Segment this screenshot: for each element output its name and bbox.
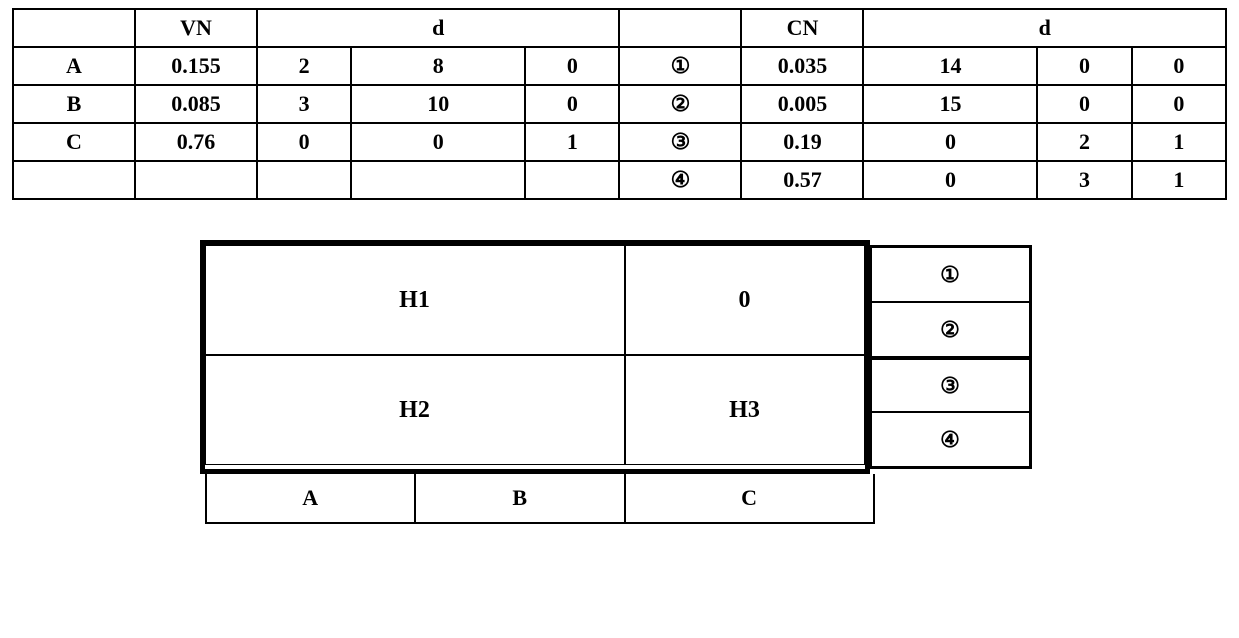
side-labels: ① ② ③ ④ bbox=[870, 245, 1032, 469]
side-label-2: ② bbox=[870, 302, 1030, 357]
d-cell: 0 bbox=[1132, 47, 1226, 85]
d-cell: 2 bbox=[1037, 123, 1131, 161]
d-cell bbox=[257, 161, 351, 199]
row-label: ② bbox=[619, 85, 741, 123]
d-cell: 8 bbox=[351, 47, 525, 85]
d-cell: 0 bbox=[1037, 85, 1131, 123]
bottom-label-b: B bbox=[416, 474, 626, 524]
bottom-label-c: C bbox=[626, 474, 875, 524]
vn-cell: 0.76 bbox=[135, 123, 257, 161]
d-cell: 0 bbox=[863, 161, 1037, 199]
header-d-left: d bbox=[257, 9, 619, 47]
d-cell: 0 bbox=[525, 85, 619, 123]
d-cell: 0 bbox=[1037, 47, 1131, 85]
row-label: ① bbox=[619, 47, 741, 85]
d-cell: 15 bbox=[863, 85, 1037, 123]
row-label bbox=[13, 161, 135, 199]
d-cell: 1 bbox=[1132, 123, 1226, 161]
h2-cell: H2 bbox=[205, 355, 625, 465]
table-row: C 0.76 0 0 1 ③ 0.19 0 2 1 bbox=[13, 123, 1226, 161]
h-matrix: H1 0 H2 H3 bbox=[200, 240, 870, 474]
d-cell: 3 bbox=[1037, 161, 1131, 199]
zero-cell: 0 bbox=[625, 245, 865, 355]
header-blank-mid bbox=[619, 9, 741, 47]
header-vn: VN bbox=[135, 9, 257, 47]
cn-cell: 0.005 bbox=[741, 85, 863, 123]
d-cell: 2 bbox=[257, 47, 351, 85]
d-cell: 0 bbox=[257, 123, 351, 161]
bottom-label-a: A bbox=[205, 474, 417, 524]
row-label: ④ bbox=[619, 161, 741, 199]
d-cell: 0 bbox=[863, 123, 1037, 161]
cn-cell: 0.57 bbox=[741, 161, 863, 199]
d-cell bbox=[351, 161, 525, 199]
d-cell: 10 bbox=[351, 85, 525, 123]
d-cell: 3 bbox=[257, 85, 351, 123]
row-label: A bbox=[13, 47, 135, 85]
side-label-1: ① bbox=[870, 247, 1030, 302]
data-table: VN d CN d A 0.155 2 8 0 ① 0.035 14 0 0 B… bbox=[12, 8, 1227, 200]
d-cell: 1 bbox=[525, 123, 619, 161]
header-blank-left bbox=[13, 9, 135, 47]
d-cell: 0 bbox=[351, 123, 525, 161]
h3-cell: H3 bbox=[625, 355, 865, 465]
bottom-labels: A B C bbox=[205, 474, 875, 524]
d-cell: 0 bbox=[525, 47, 619, 85]
table-row: ④ 0.57 0 3 1 bbox=[13, 161, 1226, 199]
d-cell bbox=[525, 161, 619, 199]
table-row: A 0.155 2 8 0 ① 0.035 14 0 0 bbox=[13, 47, 1226, 85]
vn-cell bbox=[135, 161, 257, 199]
cn-cell: 0.035 bbox=[741, 47, 863, 85]
d-cell: 0 bbox=[1132, 85, 1226, 123]
vn-cell: 0.155 bbox=[135, 47, 257, 85]
h1-cell: H1 bbox=[205, 245, 625, 355]
header-cn: CN bbox=[741, 9, 863, 47]
table-row: B 0.085 3 10 0 ② 0.005 15 0 0 bbox=[13, 85, 1226, 123]
vn-cell: 0.085 bbox=[135, 85, 257, 123]
cn-cell: 0.19 bbox=[741, 123, 863, 161]
row-label: B bbox=[13, 85, 135, 123]
side-label-3: ③ bbox=[870, 357, 1030, 412]
d-cell: 14 bbox=[863, 47, 1037, 85]
header-d-right: d bbox=[863, 9, 1226, 47]
block-diagram: H1 0 H2 H3 ① ② ③ ④ A B C bbox=[200, 240, 1040, 524]
row-label: C bbox=[13, 123, 135, 161]
d-cell: 1 bbox=[1132, 161, 1226, 199]
side-label-4: ④ bbox=[870, 412, 1030, 467]
row-label: ③ bbox=[619, 123, 741, 161]
